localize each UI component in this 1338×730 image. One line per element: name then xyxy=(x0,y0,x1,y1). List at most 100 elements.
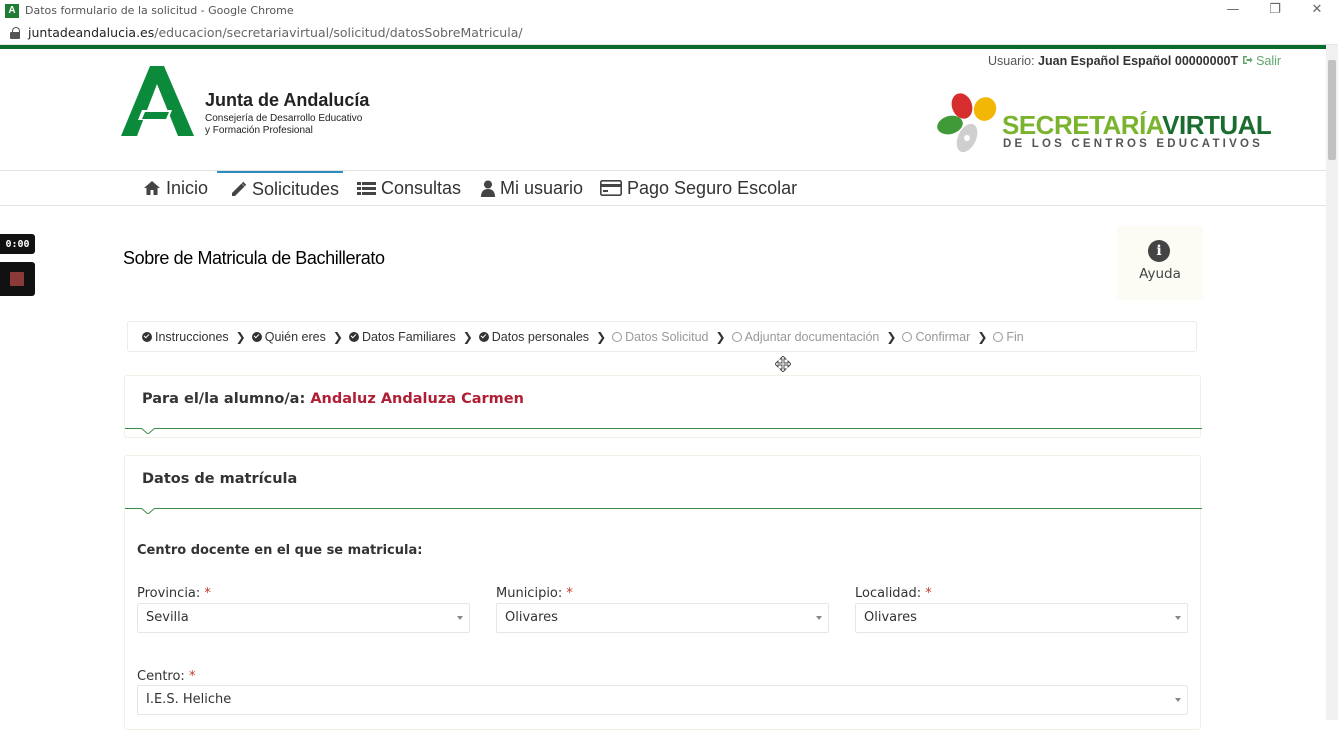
municipio-select[interactable]: Olivares xyxy=(496,603,829,633)
student-panel: Para el/la alumno/a: Andaluz Andaluza Ca… xyxy=(124,375,1202,438)
centro-label: Centro: * xyxy=(137,669,195,684)
stop-icon xyxy=(10,272,24,286)
dropdown-caret-icon xyxy=(1175,616,1181,620)
municipio-label-text: Municipio: xyxy=(496,586,563,601)
logout-link[interactable]: Salir xyxy=(1242,54,1282,68)
chevron-right-icon: ❯ xyxy=(235,329,246,344)
nav-label-solicitudes: Solicitudes xyxy=(252,178,340,199)
step-label: Datos Solicitud xyxy=(625,329,709,344)
step-instrucciones[interactable]: Instrucciones xyxy=(142,330,229,344)
junta-a-logo-icon xyxy=(121,66,194,136)
dropdown-caret-icon xyxy=(457,616,463,620)
secretaria-virtual-logo[interactable]: SECRETARÍAVIRTUAL DE LOS CENTROS EDUCATI… xyxy=(935,90,1272,162)
url-host[interactable]: juntadeandalucia.es xyxy=(28,25,154,40)
provincia-label-text: Provincia: xyxy=(137,586,201,601)
move-cursor-icon xyxy=(775,356,791,372)
logout-label: Salir xyxy=(1256,54,1282,68)
recording-stop-button[interactable] xyxy=(0,262,35,296)
dropdown-caret-icon xyxy=(816,616,822,620)
step-datos-personales[interactable]: Datos personales xyxy=(478,330,589,344)
sv-title-part2: VIRTUAL xyxy=(1162,110,1272,140)
page-scrollbar[interactable] xyxy=(1326,45,1338,720)
student-name: Andaluz Andaluza Carmen xyxy=(310,391,524,407)
pencil-icon xyxy=(232,181,247,196)
circle-outline-icon xyxy=(612,331,623,342)
step-label: Confirmar xyxy=(915,329,971,344)
centro-select[interactable]: I.E.S. Heliche xyxy=(137,685,1188,715)
required-mark: * xyxy=(925,586,932,601)
chevron-right-icon: ❯ xyxy=(715,329,726,344)
step-datos-familiares[interactable]: Datos Familiares xyxy=(348,329,456,344)
step-datos-solicitud: Datos Solicitud xyxy=(612,329,709,344)
centro-label-text: Centro: xyxy=(137,669,185,684)
step-fin: Fin xyxy=(993,330,1024,344)
user-info: Usuario: Juan Español Español 00000000T … xyxy=(988,54,1281,68)
chevron-right-icon: ❯ xyxy=(886,329,897,344)
circle-outline-icon xyxy=(902,331,913,342)
panel-notch-icon xyxy=(141,428,155,434)
help-label: Ayuda xyxy=(1139,266,1181,282)
student-heading: Para el/la alumno/a: Andaluz Andaluza Ca… xyxy=(142,391,524,407)
restore-button[interactable]: ❐ xyxy=(1254,0,1296,21)
dropdown-caret-icon xyxy=(1175,698,1181,702)
step-confirmar: Confirmar xyxy=(902,330,970,344)
scrollbar-thumb[interactable] xyxy=(1328,60,1336,160)
step-label: Datos Familiares xyxy=(361,329,456,344)
centro-section-label: Centro docente en el que se matricula: xyxy=(137,543,423,558)
panel-notch-icon xyxy=(141,508,155,514)
chevron-right-icon: ❯ xyxy=(332,329,343,344)
junta-title: Junta de Andalucía xyxy=(205,90,370,110)
step-label: Adjuntar documentación xyxy=(744,329,880,344)
panel-divider xyxy=(125,508,1202,509)
nav-item-pago-seguro-escolar[interactable]: Pago Seguro Escolar xyxy=(600,171,797,205)
junta-subtitle-line2: y Formación Profesional xyxy=(205,124,313,136)
home-icon xyxy=(144,181,160,195)
check-circle-icon xyxy=(142,331,152,342)
secretaria-virtual-petals-icon xyxy=(937,93,997,153)
nav-item-solicitudes[interactable]: Solicitudes xyxy=(217,171,343,205)
provincia-label: Provincia: * xyxy=(137,586,211,601)
matricula-title: Datos de matrícula xyxy=(142,471,298,487)
municipio-value: Olivares xyxy=(505,610,558,625)
secretaria-virtual-subtitle: DE LOS CENTROS EDUCATIVOS xyxy=(1003,138,1263,150)
nav-item-consultas[interactable]: Consultas xyxy=(357,171,461,205)
check-circle-icon xyxy=(251,331,262,342)
required-mark: * xyxy=(204,586,211,601)
localidad-select[interactable]: Olivares xyxy=(855,603,1188,633)
nav-label-consultas: Consultas xyxy=(381,177,462,198)
logout-icon xyxy=(1242,56,1253,64)
chevron-right-icon: ❯ xyxy=(462,329,473,344)
user-label: Usuario: xyxy=(988,54,1035,68)
panel-divider xyxy=(125,428,1202,429)
junta-logo[interactable]: Junta de Andalucía Consejería de Desarro… xyxy=(120,66,380,138)
nav-item-inicio[interactable]: Inicio xyxy=(143,171,208,205)
help-button[interactable]: i Ayuda xyxy=(1117,226,1203,300)
minimize-button[interactable]: — xyxy=(1212,0,1254,21)
step-quien-eres[interactable]: Quién eres xyxy=(251,329,326,344)
nav-item-mi-usuario[interactable]: Mi usuario xyxy=(481,171,583,205)
sv-title-part1: SECRETARÍA xyxy=(1002,110,1163,140)
info-icon: i xyxy=(1148,240,1170,262)
step-label: Quién eres xyxy=(264,329,326,344)
nav-label-inicio: Inicio xyxy=(166,177,209,198)
nav-label-mi-usuario: Mi usuario xyxy=(500,177,584,198)
chevron-right-icon: ❯ xyxy=(977,329,988,344)
junta-favicon-icon: A xyxy=(5,3,19,18)
window-controls: — ❐ ✕ xyxy=(1212,0,1338,21)
lock-icon[interactable] xyxy=(10,26,20,39)
centro-value: I.E.S. Heliche xyxy=(146,692,232,707)
address-bar[interactable]: juntadeandalucia.es/educacion/secretaria… xyxy=(0,21,1338,45)
browser-titlebar: A Datos formulario de la solicitud - Goo… xyxy=(0,0,1338,21)
junta-subtitle-line1: Consejería de Desarrollo Educativo xyxy=(205,113,363,124)
recording-timer: 0:00 xyxy=(0,234,35,254)
user-name: Juan Español Español 00000000T xyxy=(1038,54,1239,68)
close-window-button[interactable]: ✕ xyxy=(1296,0,1338,21)
localidad-label: Localidad: * xyxy=(855,586,932,601)
nav-label-pago-seguro: Pago Seguro Escolar xyxy=(627,177,798,198)
user-icon xyxy=(481,180,495,197)
provincia-select[interactable]: Sevilla xyxy=(137,603,470,633)
required-mark: * xyxy=(566,586,573,601)
url-path[interactable]: /educacion/secretariavirtual/solicitud/d… xyxy=(154,25,522,40)
page-title: Sobre de Matricula de Bachillerato xyxy=(123,248,385,268)
circle-outline-icon xyxy=(731,331,742,342)
